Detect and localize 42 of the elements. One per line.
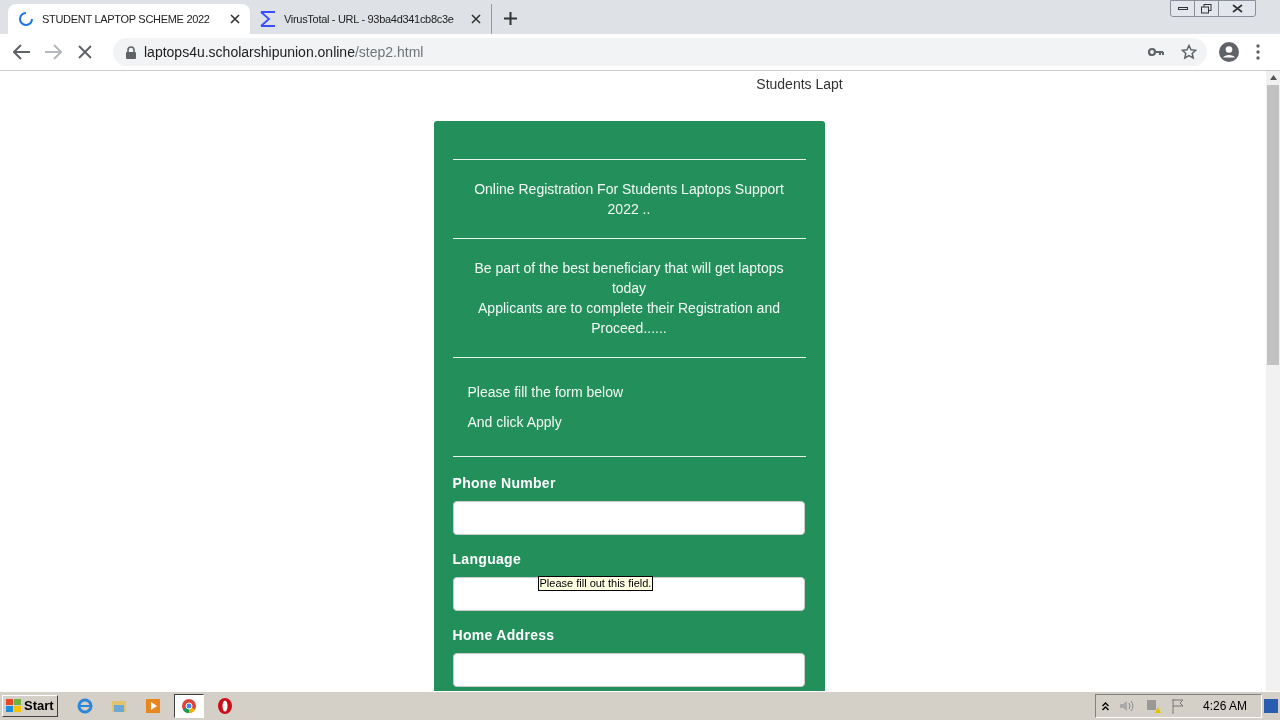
- info-text: And click Apply: [467, 413, 563, 432]
- new-tab-icon[interactable]: [504, 12, 517, 25]
- scrollbar[interactable]: [1266, 71, 1280, 691]
- tab-title: STUDENT LAPTOP SCHEME 2022: [42, 11, 211, 27]
- info-text: Be part of the best beneficiary that will get laptops today: [473, 259, 785, 298]
- browser-tab[interactable]: STUDENT LAPTOP SCHEME 2022: [8, 4, 250, 34]
- start-button[interactable]: Start: [2, 695, 58, 717]
- address-bar[interactable]: laptops4u.scholarshipunion.online/step2.html: [113, 38, 1207, 66]
- star-icon[interactable]: [1181, 44, 1197, 60]
- back-icon[interactable]: [13, 44, 31, 60]
- chevron-icon[interactable]: [1101, 701, 1109, 711]
- lock-icon: [126, 45, 136, 59]
- minimize-icon: [1177, 7, 1188, 10]
- flag-icon[interactable]: [1170, 698, 1185, 714]
- page-heading: Students Lapt: [756, 75, 843, 94]
- field-label: Phone Number: [452, 474, 557, 493]
- tab-title: VirusTotal - URL - 93ba4d341cb8c3e: [284, 11, 455, 27]
- stop-icon[interactable]: [78, 45, 92, 59]
- key-icon[interactable]: [1148, 47, 1164, 57]
- input-field[interactable]: [452, 653, 805, 687]
- field-label: Home Address: [452, 626, 556, 645]
- sigma-icon: [260, 11, 276, 27]
- clock: 4:26 AM: [1202, 698, 1247, 715]
- url-text: laptops4u.scholarshipunion.online/step2.html: [144, 42, 424, 62]
- media-player-icon[interactable]: [143, 697, 162, 715]
- info-text: Applicants are to complete their Registration and Proceed......: [477, 299, 781, 338]
- close-icon: [1231, 4, 1243, 13]
- info-text: Please fill the form below: [467, 383, 625, 402]
- validation-tooltip: Please fill out this field.: [537, 576, 654, 591]
- info-text: Online Registration For Students Laptops Support 2022 ..: [473, 180, 785, 219]
- opera-icon[interactable]: [215, 697, 234, 715]
- chrome-icon[interactable]: [179, 697, 198, 715]
- menu-icon[interactable]: [1256, 44, 1260, 60]
- input-field[interactable]: [452, 501, 805, 535]
- loading-spinner-icon: [18, 11, 34, 27]
- field-label: Language: [452, 550, 523, 569]
- close-icon[interactable]: [230, 14, 240, 24]
- windows-logo-icon: [6, 699, 22, 713]
- profile-icon[interactable]: [1219, 42, 1239, 62]
- scroll-up-icon[interactable]: [1269, 75, 1277, 80]
- restore-icon: [1201, 3, 1212, 14]
- close-icon[interactable]: [471, 14, 481, 24]
